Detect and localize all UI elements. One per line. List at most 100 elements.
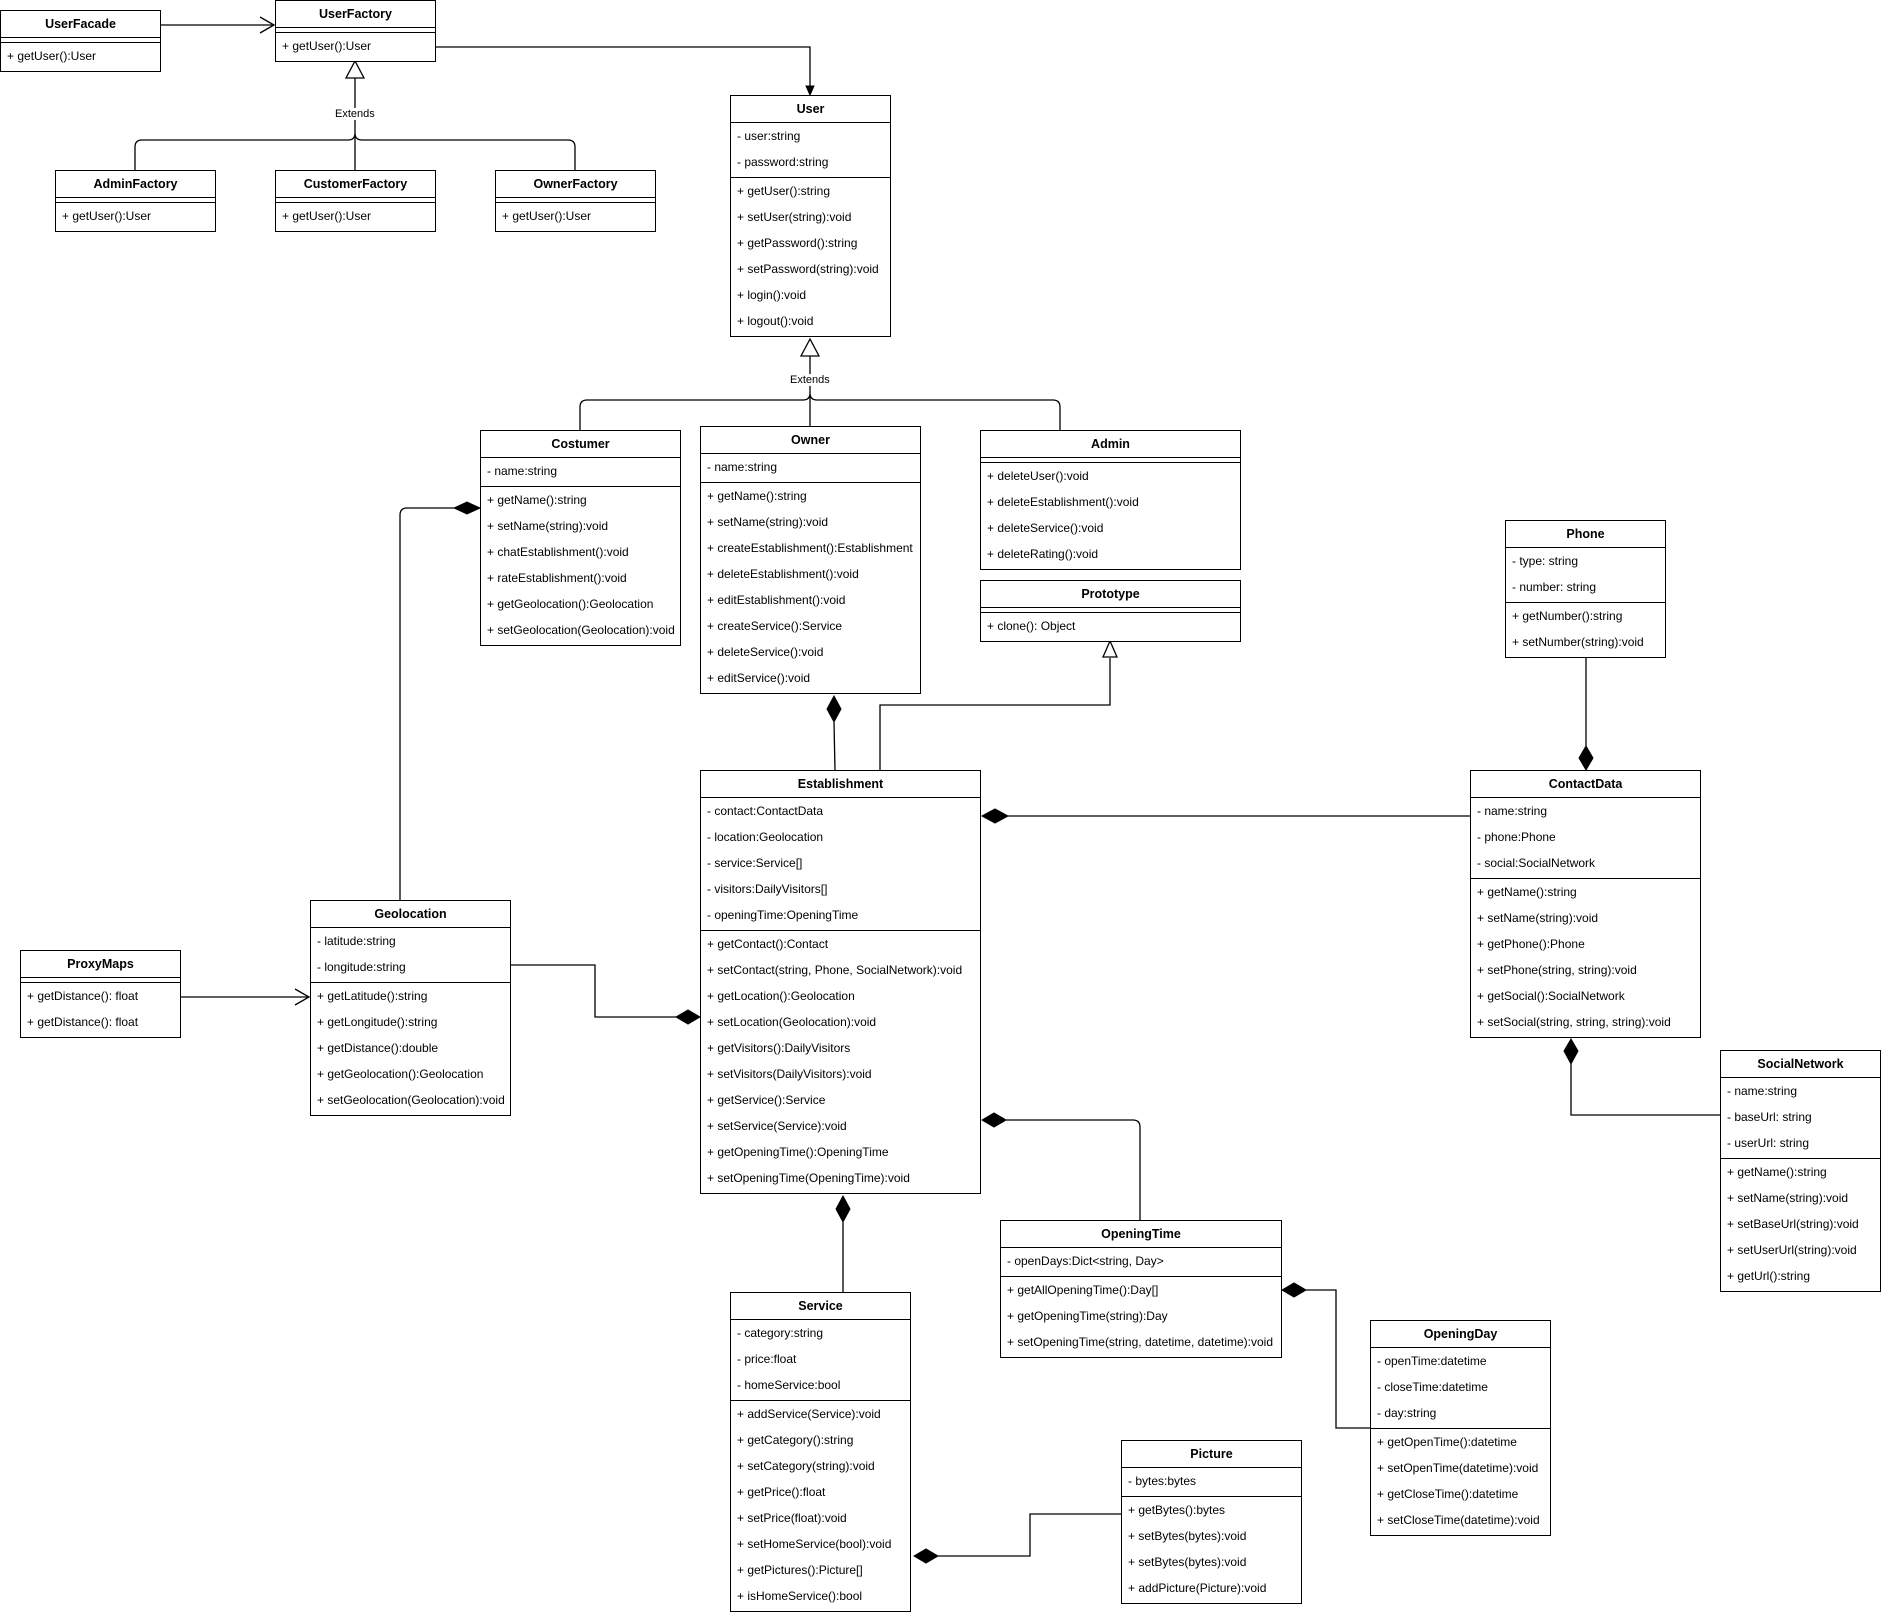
method-row: + addPicture(Picture):void xyxy=(1128,1581,1267,1595)
method-row: + getAllOpeningTime():Day[] xyxy=(1007,1283,1159,1297)
method-row: + login():void xyxy=(737,288,807,302)
method-row: + getPictures():Picture[] xyxy=(737,1563,863,1577)
class-ownerfactory[interactable]: OwnerFactory + getUser():User xyxy=(495,170,656,232)
method-row: + setGeolocation(Geolocation):void xyxy=(317,1093,505,1107)
method-row: + getUser():User xyxy=(7,49,97,63)
method-row: + getDistance(): float xyxy=(27,1015,139,1029)
attribute-row: - baseUrl: string xyxy=(1727,1110,1812,1124)
method-row: + getNumber():string xyxy=(1512,609,1623,623)
class-contactdata[interactable]: ContactData - name:string - phone:Phone - s… xyxy=(1470,770,1701,1038)
attribute-row: - phone:Phone xyxy=(1477,830,1556,844)
attribute-row: - service:Service[] xyxy=(707,856,803,870)
class-userfactory[interactable]: UserFactory + getUser():User xyxy=(275,0,436,62)
composition-diamond-establishment-bottom xyxy=(835,1194,851,1224)
class-openingtime[interactable]: OpeningTime - openDays:Dict<string, Day> +… xyxy=(1000,1220,1282,1358)
composition-line-geolocation-establishment xyxy=(510,964,676,1018)
extends-label-factories: Extends xyxy=(334,108,376,120)
service-methods: + addService(Service):void + getCategory(… xyxy=(731,1401,910,1611)
class-user[interactable]: User - user:string - password:string + getU… xyxy=(730,95,891,337)
ownerfactory-methods: + getUser():User xyxy=(496,203,655,231)
user-attributes: - user:string - password:string xyxy=(731,123,890,178)
openingday-attributes: - openTime:datetime - closeTime:datetime -… xyxy=(1371,1348,1550,1429)
method-row: + setGeolocation(Geolocation):void xyxy=(487,623,675,637)
userfactory-methods: + getUser():User xyxy=(276,33,435,61)
class-openingday[interactable]: OpeningDay - openTime:datetime - closeTime… xyxy=(1370,1320,1551,1536)
method-row: + setName(string):void xyxy=(487,519,609,533)
class-socialnetwork[interactable]: SocialNetwork - name:string - baseUrl: str… xyxy=(1720,1050,1881,1292)
attribute-row: - bytes:bytes xyxy=(1128,1474,1197,1488)
class-adminfactory[interactable]: AdminFactory + getUser():User xyxy=(55,170,216,232)
class-prototype[interactable]: Prototype + clone(): Object xyxy=(980,580,1241,642)
method-row: + getDistance():double xyxy=(317,1041,439,1055)
attribute-row: - openTime:datetime xyxy=(1377,1354,1487,1368)
method-row: + getUser():User xyxy=(62,209,152,223)
class-proxymaps[interactable]: ProxyMaps + getDistance(): float + getDist… xyxy=(20,950,181,1038)
composition-diamond-establishment-right-top xyxy=(980,808,1010,824)
establishment-attributes: - contact:ContactData - location:Geolocat… xyxy=(701,798,980,931)
contactdata-class-name: ContactData xyxy=(1471,771,1700,798)
contactdata-methods: + getName():string + setName(string):void… xyxy=(1471,879,1700,1037)
attribute-row: - openingTime:OpeningTime xyxy=(707,908,859,922)
class-userfacade[interactable]: UserFacade + getUser():User xyxy=(0,10,161,72)
method-row: + getPassword():string xyxy=(737,236,858,250)
attribute-row: - homeService:bool xyxy=(737,1378,841,1392)
method-row: + isHomeService():bool xyxy=(737,1589,863,1603)
method-row: + logout():void xyxy=(737,314,814,328)
attribute-row: - contact:ContactData xyxy=(707,804,824,818)
realization-triangle-prototype xyxy=(1102,639,1118,658)
owner-attributes: - name:string xyxy=(701,454,920,483)
method-row: + createEstablishment():Establishment xyxy=(707,541,913,555)
class-service[interactable]: Service - category:string - price:float - h… xyxy=(730,1292,911,1612)
attribute-row: - closeTime:datetime xyxy=(1377,1380,1488,1394)
method-row: + clone(): Object xyxy=(987,619,1076,633)
method-row: + setPhone(string, string):void xyxy=(1477,963,1637,977)
user-methods: + getUser():string + setUser(string):void… xyxy=(731,178,890,336)
method-row: + getGeolocation():Geolocation xyxy=(317,1067,484,1081)
prototype-class-name: Prototype xyxy=(981,581,1240,608)
class-owner[interactable]: Owner - name:string + getName():string + se… xyxy=(700,426,921,694)
method-row: + setCloseTime(datetime):void xyxy=(1377,1513,1540,1527)
class-admin[interactable]: Admin + deleteUser():void + deleteEstablis… xyxy=(980,430,1241,570)
method-row: + getName():string xyxy=(487,493,587,507)
admin-methods: + deleteUser():void + deleteEstablishment… xyxy=(981,463,1240,569)
attribute-row: - userUrl: string xyxy=(1727,1136,1810,1150)
method-row: + getCategory():string xyxy=(737,1433,854,1447)
class-establishment[interactable]: Establishment - contact:ContactData - loca… xyxy=(700,770,981,1194)
user-class-name: User xyxy=(731,96,890,123)
userfacade-class-name: UserFacade xyxy=(1,11,160,38)
method-row: + deleteRating():void xyxy=(987,547,1099,561)
method-row: + getPrice():float xyxy=(737,1485,826,1499)
method-row: + deleteUser():void xyxy=(987,469,1089,483)
composition-line-geolocation-costumer xyxy=(399,507,454,900)
class-costumer[interactable]: Costumer - name:string + getName():string +… xyxy=(480,430,681,646)
method-row: + getName():string xyxy=(707,489,807,503)
class-customerfactory[interactable]: CustomerFactory + getUser():User xyxy=(275,170,436,232)
costumer-attributes: - name:string xyxy=(481,458,680,487)
method-row: + getService():Service xyxy=(707,1093,826,1107)
method-row: + createService():Service xyxy=(707,619,843,633)
class-picture[interactable]: Picture - bytes:bytes + getBytes():bytes + … xyxy=(1121,1440,1302,1604)
attribute-row: - name:string xyxy=(1477,804,1548,818)
geolocation-attributes: - latitude:string - longitude:string xyxy=(311,928,510,983)
openingday-methods: + getOpenTime():datetime + setOpenTime(da… xyxy=(1371,1429,1550,1535)
prototype-methods: + clone(): Object xyxy=(981,613,1240,641)
owner-class-name: Owner xyxy=(701,427,920,454)
method-row: + setUser(string):void xyxy=(737,210,852,224)
method-row: + addService(Service):void xyxy=(737,1407,881,1421)
attribute-row: - user:string xyxy=(737,129,801,143)
class-phone[interactable]: Phone - type: string - number: string + get… xyxy=(1505,520,1666,658)
picture-attributes: - bytes:bytes xyxy=(1122,1468,1301,1497)
method-row: + setHomeService(bool):void xyxy=(737,1537,892,1551)
composition-line-openingtime-establishment xyxy=(1006,1119,1141,1220)
method-row: + setUserUrl(string):void xyxy=(1727,1243,1857,1257)
method-row: + setName(string):void xyxy=(1727,1191,1849,1205)
method-row: + setService(Service):void xyxy=(707,1119,847,1133)
composition-diamond-establishment-right-bottom xyxy=(981,1112,1007,1128)
attribute-row: - day:string xyxy=(1377,1406,1437,1420)
method-row: + getUser():string xyxy=(737,184,831,198)
class-geolocation[interactable]: Geolocation - latitude:string - longitude:… xyxy=(310,900,511,1116)
establishment-class-name: Establishment xyxy=(701,771,980,798)
method-row: + deleteService():void xyxy=(987,521,1104,535)
geolocation-class-name: Geolocation xyxy=(311,901,510,928)
composition-line-owner-establishment xyxy=(833,721,836,771)
